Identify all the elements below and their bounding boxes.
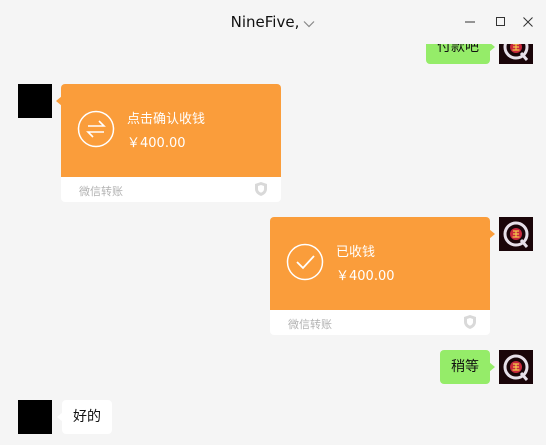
transfer-card[interactable]: 已收钱 ￥400.00 微信转账 [270, 217, 495, 335]
avatar-self[interactable] [499, 44, 533, 64]
maximize-icon[interactable] [491, 12, 511, 32]
message-text: 付款吧 [437, 44, 479, 55]
avatar-self[interactable] [499, 350, 533, 384]
message-text: 好的 [73, 409, 101, 425]
checkmark-circle-icon [286, 243, 324, 281]
message-text: 稍等 [451, 359, 479, 375]
message-bubble-self[interactable]: 付款吧 [426, 44, 495, 64]
chat-area[interactable]: 付款吧 点击确认收钱 ￥400.00 微信转账 已收钱 ￥400.00 微信转账… [0, 44, 546, 445]
transfer-amount: ￥400.00 [336, 269, 395, 284]
transfer-status: 已收钱 [336, 245, 376, 260]
chat-title-text: NineFive, [230, 13, 300, 31]
transfer-amount: ￥400.00 [127, 136, 186, 151]
message-bubble-self[interactable]: 稍等 [440, 350, 495, 384]
avatar-contact[interactable] [18, 84, 52, 118]
chevron-down-icon[interactable] [303, 14, 315, 32]
message-bubble-contact[interactable]: 好的 [57, 400, 112, 434]
transfer-card-body: 已收钱 ￥400.00 [270, 217, 495, 310]
transfer-footer-label: 微信转账 [288, 318, 332, 331]
avatar-logo-icon [499, 217, 533, 251]
wechat-pay-shield-icon [462, 314, 478, 330]
transfer-arrows-icon [77, 110, 115, 148]
transfer-card-body: 点击确认收钱 ￥400.00 [56, 84, 281, 177]
transfer-footer-label: 微信转账 [79, 185, 123, 198]
close-icon[interactable] [518, 12, 538, 32]
wechat-pay-shield-icon [253, 181, 269, 197]
avatar-logo-icon [499, 350, 533, 384]
transfer-card[interactable]: 点击确认收钱 ￥400.00 微信转账 [56, 84, 281, 202]
minimize-icon[interactable] [460, 12, 480, 32]
title-bar: NineFive, [0, 0, 546, 44]
transfer-status: 点击确认收钱 [127, 112, 206, 127]
avatar-contact[interactable] [18, 400, 52, 434]
avatar-self[interactable] [499, 217, 533, 251]
avatar-logo-icon [499, 44, 533, 64]
